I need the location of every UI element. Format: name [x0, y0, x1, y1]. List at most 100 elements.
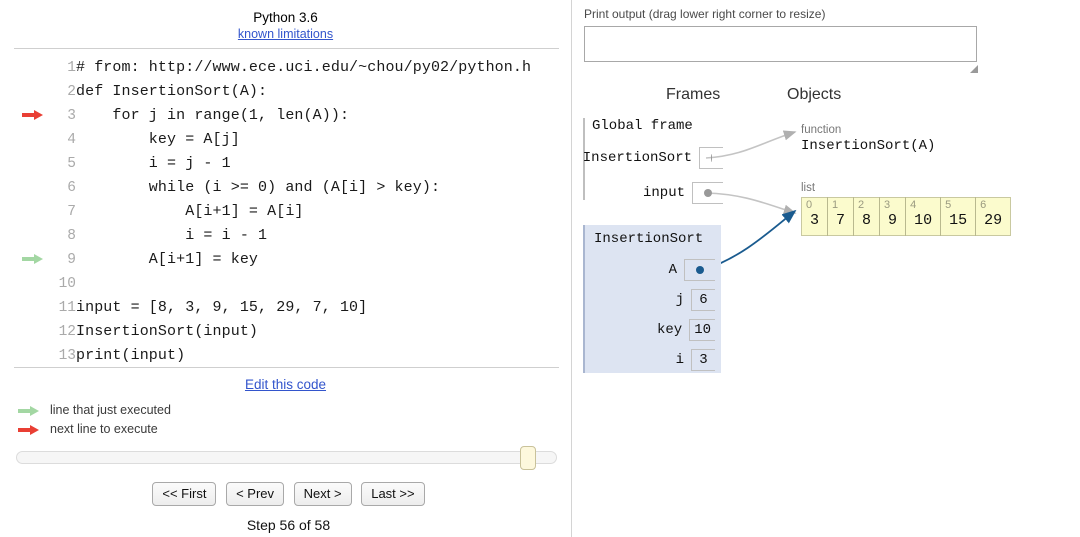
variable-value: [684, 259, 715, 281]
code-line-text: i = j - 1: [76, 155, 231, 172]
list-cell-value: 10: [914, 212, 933, 229]
step-controls: << First < Prev Next > Last >>: [0, 482, 571, 506]
code-line-text: print(input): [76, 347, 186, 364]
variable-name: i: [675, 352, 684, 368]
code-line-row: 6 while (i >= 0) and (A[i] > key):: [14, 176, 531, 200]
frames-heading: Frames: [666, 86, 721, 103]
code-pane: Python 3.6 known limitations 1 # from: ht…: [0, 0, 572, 537]
list-cell: 17: [827, 197, 854, 236]
list-cell: 5 15: [940, 197, 976, 236]
line-number: 12: [58, 324, 76, 340]
line-number: 5: [67, 156, 76, 172]
call-frame-title: InsertionSort: [594, 231, 704, 247]
legend-executed-row: line that just executed: [10, 401, 571, 420]
variable-name: InsertionSort: [582, 150, 692, 166]
variable-name: input: [642, 185, 685, 201]
pointer-dot-icon: [704, 189, 712, 197]
function-type-label: function: [801, 124, 842, 136]
next-button[interactable]: Next >: [293, 482, 352, 506]
code-line-marker: [14, 272, 48, 296]
code-line-text: while (i >= 0) and (A[i] > key):: [76, 179, 441, 196]
next-line-arrow-icon: [22, 110, 46, 121]
edit-this-code-link[interactable]: Edit this code: [245, 377, 326, 392]
slider-handle[interactable]: [520, 446, 536, 470]
code-line-marker: [14, 104, 48, 128]
prev-button[interactable]: < Prev: [226, 482, 285, 506]
code-line-text: def InsertionSort(A):: [76, 83, 268, 100]
variable-name: j: [675, 292, 684, 308]
line-number: 9: [67, 252, 76, 268]
variable-name: key: [656, 322, 683, 338]
code-line-marker: [14, 200, 48, 224]
code-line-row: 8 i = i - 1: [14, 224, 531, 248]
line-number: 10: [58, 276, 76, 292]
code-line-row: 1 # from: http://www.ece.uci.edu/~chou/py…: [14, 56, 531, 80]
line-number: 8: [67, 228, 76, 244]
variable-name: A: [668, 262, 677, 278]
code-line-text: A[i+1] = key: [76, 251, 259, 268]
function-signature: InsertionSort(A): [801, 138, 936, 154]
function-object: function InsertionSort(A): [801, 124, 935, 155]
legend-next-row: next line to execute: [10, 420, 571, 439]
list-cell-index: 4: [910, 199, 917, 211]
variable-value: 3: [691, 349, 715, 371]
code-line-text: input = [8, 3, 9, 15, 29, 7, 10]: [76, 299, 368, 316]
slider-track[interactable]: [16, 451, 557, 464]
code-line-row: 5 i = j - 1: [14, 152, 531, 176]
code-display: 1 # from: http://www.ece.uci.edu/~chou/py…: [14, 48, 559, 368]
line-number: 11: [58, 300, 76, 316]
code-line-marker: [14, 176, 48, 200]
code-line-marker: [14, 152, 48, 176]
list-index-row: 0 3 1 7 2 8 3 9 4 10 5 15 6 29: [801, 197, 1011, 236]
list-cell-index: 1: [832, 199, 839, 211]
line-number: 2: [67, 84, 76, 100]
code-line-row: 9 A[i+1] = key: [14, 248, 531, 272]
code-line-marker: [14, 224, 48, 248]
list-cell-index: 0: [806, 199, 813, 211]
list-cell-value: 8: [862, 212, 872, 229]
frame-variable-row: j6: [585, 288, 715, 312]
list-type-label: list: [801, 182, 816, 194]
list-cell-value: 29: [984, 212, 1003, 229]
resize-grip-icon[interactable]: [969, 64, 979, 74]
list-cell-value: 7: [836, 212, 846, 229]
code-line-text: [76, 272, 531, 296]
python-version-label: Python 3.6: [253, 10, 318, 25]
list-object: list 0 3 1 7 2 8 3 9 4 10 5 15 6 29: [801, 182, 1012, 236]
line-number: 7: [67, 204, 76, 220]
first-button[interactable]: << First: [152, 482, 217, 506]
code-line-row: 11 input = [8, 3, 9, 15, 29, 7, 10]: [14, 296, 531, 320]
list-cell: 03: [801, 197, 828, 236]
list-cell: 4 10: [905, 197, 941, 236]
step-counter-label: Step 56 of 58: [246, 517, 331, 533]
code-line-text: A[i+1] = A[i]: [76, 203, 304, 220]
list-cell-value: 9: [888, 212, 898, 229]
print-output-box[interactable]: [584, 26, 977, 62]
code-line-row: 13 print(input): [14, 344, 531, 367]
call-frame-insertionsort: InsertionSort Aj 6 key 10 i 3: [583, 225, 721, 373]
code-table: 1 # from: http://www.ece.uci.edu/~chou/py…: [14, 56, 531, 367]
code-line-marker: [14, 248, 48, 272]
last-button[interactable]: Last >>: [361, 482, 425, 506]
python-tutor-visualizer: Python 3.6 known limitations 1 # from: ht…: [0, 0, 1080, 537]
visualization-pane: Print output (drag lower right corner to…: [573, 0, 1080, 537]
line-number: 13: [58, 348, 76, 364]
pointer-dot-icon: [711, 154, 712, 162]
variable-value: 6: [691, 289, 715, 311]
pointer-dot-icon: [696, 266, 704, 274]
legend-next-label: next line to execute: [50, 422, 158, 436]
green-arrow-icon: [18, 405, 42, 416]
code-line-text: for j in range(1, len(A)):: [76, 107, 350, 124]
code-line-marker: [14, 56, 48, 80]
code-line-row: 3 for j in range(1, len(A)):: [14, 104, 531, 128]
executed-line-arrow-icon: [22, 254, 46, 265]
objects-heading: Objects: [787, 86, 842, 103]
code-header: Python 3.6 known limitations: [0, 0, 571, 42]
line-number: 4: [67, 132, 76, 148]
code-line-marker: [14, 320, 48, 344]
known-limitations-link[interactable]: known limitations: [238, 27, 333, 41]
code-line-text: key = A[j]: [76, 131, 240, 148]
list-cell-index: 6: [980, 199, 987, 211]
execution-slider[interactable]: [16, 446, 557, 470]
list-cell: 28: [853, 197, 880, 236]
